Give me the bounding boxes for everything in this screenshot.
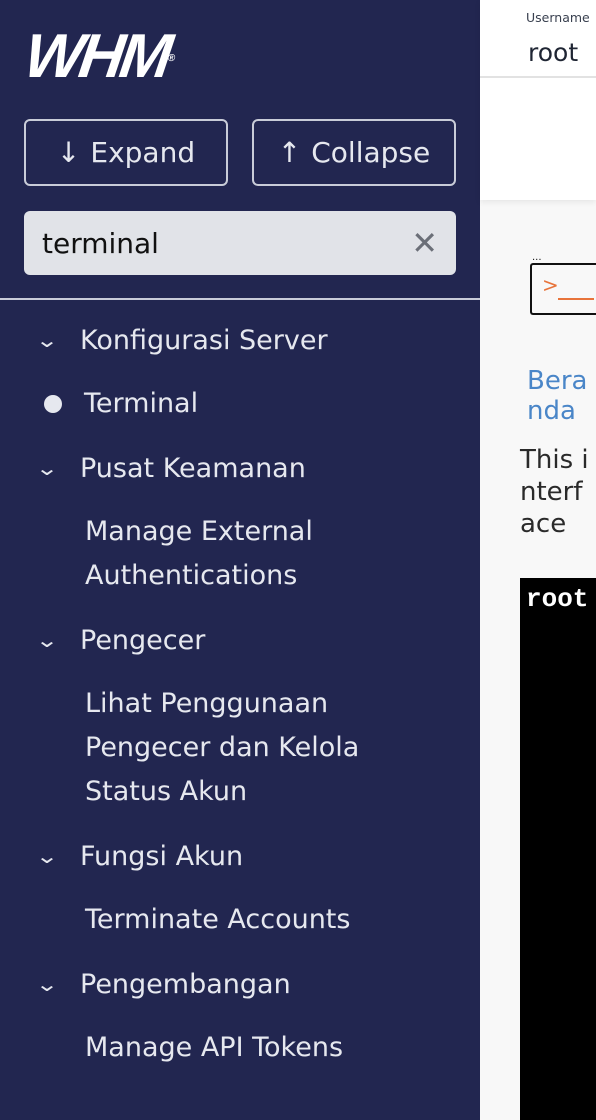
close-icon[interactable]: ✕: [411, 224, 438, 262]
sidebar: WHM® ↓ Expand ↑ Collapse ✕ ⌄ Konfigurasi Se…: [0, 0, 480, 1120]
nav-group-pengecer[interactable]: ⌄ Pengecer: [0, 618, 480, 662]
top-header: Username root: [480, 0, 596, 200]
group-label: Pengecer: [80, 624, 206, 656]
nav-group-fungsi-akun[interactable]: ⌄ Fungsi Akun: [0, 834, 480, 878]
collapse-label: Collapse: [311, 136, 431, 169]
chevron-down-icon: ⌄: [35, 456, 59, 480]
nav-group-konfigurasi-server[interactable]: ⌄ Konfigurasi Server: [0, 318, 480, 362]
arrow-up-icon: ↑: [277, 136, 302, 169]
collapse-button[interactable]: ↑ Collapse: [252, 119, 456, 186]
nav-item-terminal[interactable]: Terminal: [0, 382, 480, 426]
username-value: root: [528, 38, 579, 67]
active-dot-icon: [44, 395, 62, 413]
search-input[interactable]: [42, 226, 412, 260]
nav-group-pengembangan[interactable]: ⌄ Pengembangan: [0, 962, 480, 1006]
terminal-icon: ··· >: [530, 255, 596, 315]
divider: [0, 298, 480, 300]
username-label: Username: [526, 10, 590, 25]
page-description: This interface: [520, 445, 589, 539]
chevron-down-icon: ⌄: [35, 844, 59, 868]
header-divider: [480, 76, 596, 78]
nav-item-manage-external-authentications[interactable]: Manage External Authentications: [0, 490, 330, 598]
nav-group-pusat-keamanan[interactable]: ⌄ Pusat Keamanan: [0, 446, 480, 490]
nav-item-manage-api-tokens[interactable]: Manage API Tokens: [0, 1006, 480, 1070]
breadcrumb-home[interactable]: Beranda: [527, 366, 596, 426]
group-label: Pengembangan: [80, 968, 291, 1000]
group-label: Konfigurasi Server: [80, 324, 328, 356]
chevron-down-icon: ⌄: [35, 628, 59, 652]
expand-button[interactable]: ↓ Expand: [24, 119, 228, 186]
whm-logo[interactable]: WHM®: [20, 22, 179, 91]
item-label: Terminal: [84, 388, 199, 419]
chevron-down-icon: ⌄: [35, 328, 59, 352]
search-box: ✕: [24, 211, 456, 275]
terminal-window[interactable]: root: [520, 578, 596, 1120]
nav-item-terminate-accounts[interactable]: Terminate Accounts: [0, 878, 480, 942]
group-label: Fungsi Akun: [80, 840, 244, 872]
terminal-prompt: root: [526, 584, 589, 614]
nav-item-lihat-penggunaan-pengecer[interactable]: Lihat Penggunaan Pengecer dan Kelola Sta…: [0, 662, 380, 814]
arrow-down-icon: ↓: [56, 136, 81, 169]
nav-list: ⌄ Konfigurasi Server Terminal ⌄ Pusat Keam…: [0, 318, 480, 1090]
chevron-down-icon: ⌄: [35, 972, 59, 996]
expand-label: Expand: [90, 136, 196, 169]
group-label: Pusat Keamanan: [80, 452, 306, 484]
logo-text: WHM: [20, 22, 173, 91]
